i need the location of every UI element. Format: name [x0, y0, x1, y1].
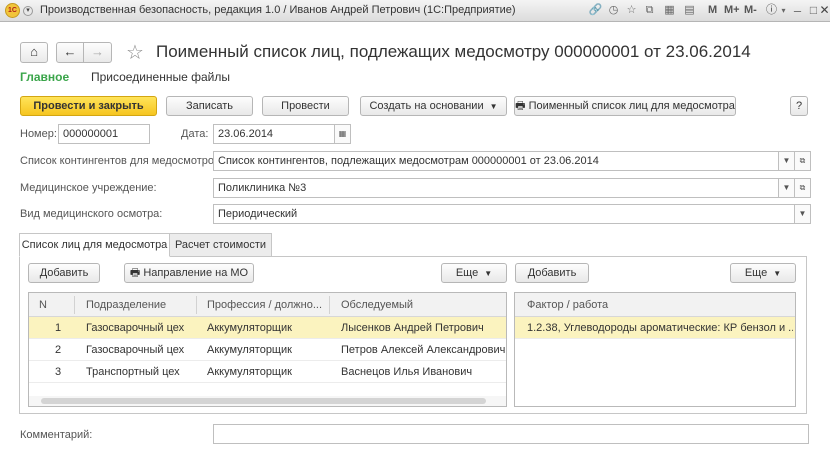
cell-person: Васнецов Илья Иванович	[341, 366, 473, 378]
calculator-icon[interactable]: ▤	[682, 3, 697, 18]
exam-type-field[interactable]: Периодический	[213, 204, 796, 224]
column-header-factor[interactable]: Фактор / работа	[527, 299, 608, 311]
institution-label: Медицинское учреждение:	[20, 182, 157, 194]
close-icon[interactable]: ✕	[817, 3, 830, 18]
cell-profession: Аккумуляторщик	[207, 344, 292, 356]
column-header-department[interactable]: Подразделение	[86, 299, 166, 311]
people-table-header: N Подразделение Профессия / должно... Об…	[29, 293, 506, 317]
column-header-profession[interactable]: Профессия / должно...	[207, 299, 322, 311]
cell-profession: Аккумуляторщик	[207, 322, 292, 334]
copy-icon[interactable]: ⧉	[642, 3, 657, 18]
people-more-label: Еще	[455, 267, 479, 279]
factors-add-button[interactable]: Добавить	[515, 263, 589, 283]
cell-department: Газосварочный цех	[86, 344, 185, 356]
history-icon[interactable]: ◷	[606, 3, 621, 18]
date-field[interactable]: 23.06.2014	[213, 124, 335, 144]
chevron-down-icon: ▼	[489, 102, 498, 111]
arrow-right-icon: →	[91, 44, 104, 59]
back-button[interactable]: ←	[56, 42, 84, 63]
contingents-label: Список контингентов для медосмотров:	[20, 155, 223, 167]
comment-field[interactable]	[213, 424, 809, 444]
horizontal-scrollbar-track	[29, 396, 506, 406]
column-separator	[329, 296, 330, 314]
cell-department: Транспортный цех	[86, 366, 180, 378]
table-row[interactable]: 1 Газосварочный цех Аккумуляторщик Лысен…	[29, 317, 506, 339]
exam-type-label: Вид медицинского осмотра:	[20, 208, 163, 220]
printer-icon: 🖶	[515, 100, 526, 112]
table-row[interactable]: 1.2.38, Углеводороды ароматические: КР б…	[515, 317, 795, 339]
post-and-close-button[interactable]: Провести и закрыть	[20, 96, 157, 116]
number-label: Номер:	[20, 128, 57, 140]
m-button[interactable]: M	[708, 4, 717, 16]
institution-open-icon[interactable]: ⧉	[794, 178, 811, 198]
chevron-down-icon: ▼	[773, 269, 782, 278]
cell-person: Петров Алексей Александрович	[341, 344, 506, 356]
column-header-person[interactable]: Обследуемый	[341, 299, 413, 311]
app-logo-icon: 1С	[5, 3, 20, 18]
tab-people-list[interactable]: Список лиц для медосмотра	[19, 233, 170, 257]
cell-profession: Аккумуляторщик	[207, 366, 292, 378]
people-add-button[interactable]: Добавить	[28, 263, 100, 283]
people-more-button[interactable]: Еще ▼	[441, 263, 507, 283]
print-list-button[interactable]: 🖶 Поименный список лиц для медосмотра	[514, 96, 736, 116]
column-separator	[196, 296, 197, 314]
institution-field[interactable]: Поликлиника №3	[213, 178, 779, 198]
calendar-picker-icon[interactable]: ▦	[334, 124, 351, 144]
column-header-n[interactable]: N	[39, 299, 47, 311]
tab-cost-calculation[interactable]: Расчет стоимости	[169, 233, 272, 257]
number-field[interactable]: 000000001	[58, 124, 150, 144]
horizontal-scrollbar-thumb[interactable]	[41, 398, 486, 404]
create-based-on-label: Создать на основании	[369, 100, 484, 112]
exam-type-dropdown-icon[interactable]: ▼	[794, 204, 811, 224]
arrow-left-icon: ←	[63, 44, 77, 59]
contingents-dropdown-icon[interactable]: ▼	[778, 151, 795, 171]
cell-n: 1	[55, 322, 62, 334]
comment-label: Комментарий:	[20, 429, 93, 441]
date-label: Дата:	[181, 128, 209, 140]
people-table[interactable]: N Подразделение Профессия / должно... Об…	[28, 292, 507, 407]
direction-button[interactable]: 🖶 Направление на МО	[124, 263, 254, 283]
table-row[interactable]: 3 Транспортный цех Аккумуляторщик Васнец…	[29, 361, 506, 383]
m-plus-button[interactable]: M+	[724, 4, 740, 16]
chevron-down-icon: ▼	[484, 269, 493, 278]
factors-more-button[interactable]: Еще ▼	[730, 263, 796, 283]
calendar-icon[interactable]: ▦	[662, 3, 677, 18]
page-title: Поименный список лиц, подлежащих медосмо…	[156, 42, 751, 61]
favorites-icon[interactable]: ☆	[624, 3, 639, 18]
cell-n: 2	[55, 344, 62, 356]
section-files-link[interactable]: Присоединенные файлы	[91, 70, 230, 84]
star-icon[interactable]: ☆	[126, 40, 144, 65]
cell-factor: 1.2.38, Углеводороды ароматические: КР б…	[527, 322, 793, 334]
help-button[interactable]: ?	[790, 96, 808, 116]
link-icon[interactable]: 🔗	[588, 3, 603, 18]
info-dropdown-icon[interactable]: ▾	[776, 3, 791, 18]
cell-n: 3	[55, 366, 62, 378]
factors-more-label: Еще	[744, 267, 768, 279]
cell-person: Лысенков Андрей Петрович	[341, 322, 484, 334]
forward-button[interactable]: →	[83, 42, 112, 63]
window-title: Производственная безопасность, редакция …	[40, 4, 516, 16]
section-main-link[interactable]: Главное	[20, 70, 69, 84]
column-separator	[74, 296, 75, 314]
home-button[interactable]: ⌂	[20, 42, 48, 63]
factors-table-header: Фактор / работа	[515, 293, 795, 317]
direction-label: Направление на МО	[143, 267, 249, 279]
institution-dropdown-icon[interactable]: ▼	[778, 178, 795, 198]
printer-icon: 🖶	[129, 267, 141, 279]
contingents-open-icon[interactable]: ⧉	[794, 151, 811, 171]
minimize-icon[interactable]: –	[790, 3, 805, 18]
print-list-label: Поименный список лиц для медосмотра	[528, 100, 735, 112]
contingents-field[interactable]: Список контингентов, подлежащих медосмот…	[213, 151, 779, 171]
window-menu-icon[interactable]: ▾	[23, 6, 33, 16]
m-minus-button[interactable]: M-	[744, 4, 757, 16]
home-icon: ⌂	[30, 44, 38, 59]
cell-department: Газосварочный цех	[86, 322, 185, 334]
post-button[interactable]: Провести	[262, 96, 349, 116]
create-based-on-button[interactable]: Создать на основании ▼	[360, 96, 507, 116]
table-row[interactable]: 2 Газосварочный цех Аккумуляторщик Петро…	[29, 339, 506, 361]
factors-table[interactable]: Фактор / работа 1.2.38, Углеводороды аро…	[514, 292, 796, 407]
save-button[interactable]: Записать	[166, 96, 253, 116]
